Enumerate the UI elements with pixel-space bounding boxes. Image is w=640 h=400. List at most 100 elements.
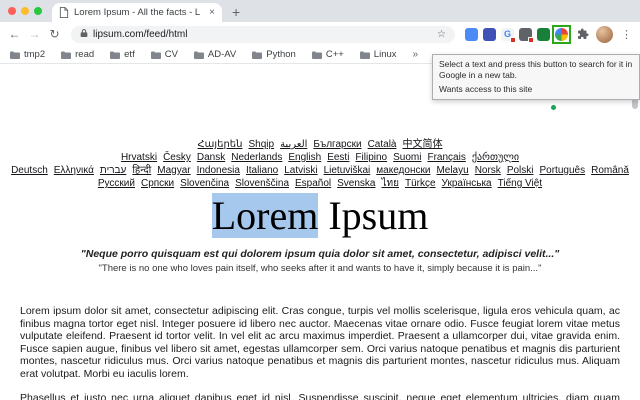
tooltip-permission-text: Wants access to this site [439, 84, 633, 95]
language-link[interactable]: Eesti [327, 152, 349, 163]
new-tab-button[interactable]: + [232, 2, 240, 22]
language-link[interactable]: Hrvatski [121, 152, 157, 163]
language-link[interactable]: Polski [507, 165, 534, 176]
tooltip-text: Select a text and press this button to s… [439, 59, 633, 80]
bookmark-item-c-[interactable]: C++ [312, 46, 344, 64]
bookmark-item-tmp2[interactable]: tmp2 [10, 46, 45, 64]
extension-icon-2-glyph [483, 28, 496, 41]
language-link[interactable]: Українська [442, 178, 492, 189]
lorem-paragraph-1: Lorem ipsum dolor sit amet, consectetur … [20, 305, 620, 380]
language-link[interactable]: Français [427, 152, 465, 163]
extension-tooltip: Select a text and press this button to s… [432, 54, 640, 100]
bookmark-item-etf[interactable]: etf [110, 46, 135, 64]
language-link[interactable]: Deutsch [11, 165, 48, 176]
browser-toolbar: ← → ↻ lipsum.com/feed/html ☆ G ⋮ [0, 22, 640, 46]
language-link[interactable]: ไทย [382, 178, 399, 189]
language-link[interactable]: Norsk [475, 165, 501, 176]
language-link[interactable]: Svenska [337, 178, 375, 189]
tab-strip: Lorem Ipsum - All the facts - L × + [0, 0, 640, 22]
language-link[interactable]: Català [368, 139, 397, 150]
bookmark-label: tmp2 [24, 49, 45, 60]
language-link[interactable]: Dansk [197, 152, 225, 163]
lock-icon [80, 25, 88, 43]
bookmark-item-ad-av[interactable]: AD-AV [194, 46, 236, 64]
language-link[interactable]: Lietuviškai [324, 165, 371, 176]
extension-icon-5[interactable] [537, 28, 550, 41]
notification-badge [528, 37, 534, 43]
close-window-button[interactable] [8, 7, 16, 15]
language-link[interactable]: ქართული [472, 152, 519, 163]
folder-icon [194, 46, 204, 64]
bookmark-item-python[interactable]: Python [252, 46, 296, 64]
bookmark-star-icon[interactable]: ☆ [437, 29, 446, 40]
zoom-window-button[interactable] [34, 7, 42, 15]
language-link[interactable]: Suomi [393, 152, 421, 163]
language-links-row-3: Русский Српски Slovenčina Slovenščina Españo… [0, 177, 640, 190]
bookmark-label: AD-AV [208, 49, 236, 60]
language-link[interactable]: Türkçe [405, 178, 436, 189]
language-link[interactable]: Nederlands [231, 152, 282, 163]
url-text[interactable]: lipsum.com/feed/html [93, 29, 432, 40]
extensions-area: G [465, 28, 568, 41]
reload-button[interactable]: ↻ [48, 28, 61, 40]
language-link[interactable]: Română [591, 165, 629, 176]
language-link[interactable]: Tiếng Việt [498, 178, 542, 189]
selected-title-text: Lorem [212, 193, 319, 238]
extension-icon-1[interactable] [465, 28, 478, 41]
language-link[interactable]: 中文简体 [402, 139, 442, 150]
bookmark-item-linux[interactable]: Linux [360, 46, 397, 64]
folder-icon [110, 46, 120, 64]
language-link[interactable]: Filipino [355, 152, 387, 163]
language-link[interactable]: हिन्दी [132, 165, 151, 176]
window-controls [8, 0, 52, 22]
browser-menu-icon[interactable]: ⋮ [621, 28, 632, 41]
language-link[interactable]: עברית [100, 165, 126, 176]
browser-tab[interactable]: Lorem Ipsum - All the facts - L × [52, 3, 222, 22]
green-dot [551, 105, 556, 110]
bookmark-item-cv[interactable]: CV [151, 46, 178, 64]
language-link[interactable]: Português [540, 165, 586, 176]
language-link[interactable]: Ελληνικά [54, 165, 94, 176]
folder-icon [360, 46, 370, 64]
profile-avatar[interactable] [596, 26, 613, 43]
language-link[interactable]: English [288, 152, 321, 163]
tab-favicon-icon [59, 7, 69, 18]
bookmarks-list: tmp2 read etf CV AD-AV Python C++ Linux [10, 46, 397, 64]
back-button[interactable]: ← [8, 28, 21, 40]
search-extension-icon[interactable] [555, 28, 568, 41]
address-bar[interactable]: lipsum.com/feed/html ☆ [71, 26, 455, 43]
tab-title: Lorem Ipsum - All the facts - L [74, 7, 204, 18]
page-title: Lorem Ipsum [0, 194, 640, 238]
browser-window: Lorem Ipsum - All the facts - L × + ← → … [0, 0, 640, 400]
tab-close-icon[interactable]: × [209, 7, 215, 18]
language-link[interactable]: македонски [376, 165, 430, 176]
language-link[interactable]: Magyar [157, 165, 190, 176]
language-link[interactable]: Shqip [248, 139, 274, 150]
language-link[interactable]: Русский [98, 178, 135, 189]
extension-icon-5-glyph [537, 28, 550, 41]
language-link[interactable]: العربية [280, 139, 307, 150]
extensions-puzzle-icon[interactable] [577, 28, 589, 40]
language-link[interactable]: Melayu [436, 165, 468, 176]
language-link[interactable]: Српски [141, 178, 174, 189]
bookmarks-overflow-chevron[interactable]: » [413, 49, 419, 60]
extension-icon-2[interactable] [483, 28, 496, 41]
language-link[interactable]: Հայերեն [198, 139, 243, 150]
language-link[interactable]: Latviski [284, 165, 317, 176]
language-link[interactable]: Español [295, 178, 331, 189]
latin-quote: "Neque porro quisquam est qui dolorem ip… [0, 248, 640, 260]
language-link[interactable]: Italiano [246, 165, 278, 176]
extension-icon-4[interactable] [519, 28, 532, 41]
language-link[interactable]: Slovenščina [235, 178, 289, 189]
minimize-window-button[interactable] [21, 7, 29, 15]
language-links-row-1: Հայերեն Shqip العربية Български Català 中文简体 Hr… [0, 138, 640, 164]
bookmark-item-read[interactable]: read [61, 46, 94, 64]
language-link[interactable]: Indonesia [197, 165, 240, 176]
language-link[interactable]: Български [313, 139, 361, 150]
bookmark-label: C++ [326, 49, 344, 60]
language-link[interactable]: Slovenčina [180, 178, 229, 189]
forward-button[interactable]: → [28, 28, 41, 40]
language-link[interactable]: Česky [163, 152, 191, 163]
extension-icon-g[interactable]: G [501, 28, 514, 41]
bookmark-label: etf [124, 49, 135, 60]
